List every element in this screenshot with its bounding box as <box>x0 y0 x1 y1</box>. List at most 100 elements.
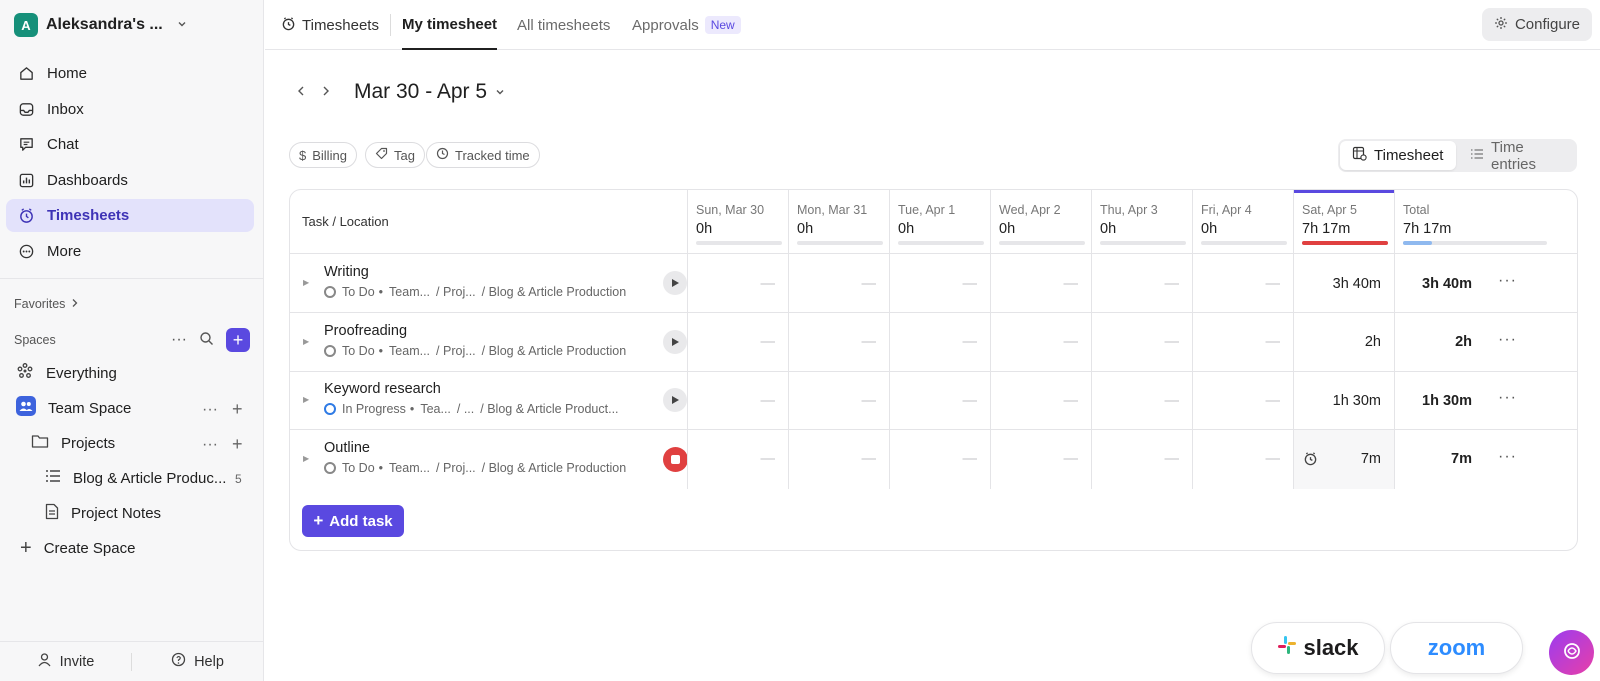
plus-icon: + <box>313 511 324 530</box>
time-cell[interactable]: 2h <box>1293 312 1394 372</box>
time-cell[interactable]: — <box>1091 371 1192 430</box>
expand-caret-icon[interactable]: ▶ <box>303 337 309 346</box>
time-cell[interactable]: — <box>687 429 788 489</box>
time-cell[interactable]: — <box>1091 254 1192 313</box>
invite-button[interactable]: Invite <box>0 652 131 671</box>
task-name[interactable]: Writing <box>324 264 369 280</box>
time-cell[interactable]: — <box>889 254 990 313</box>
time-entries-view-button[interactable]: Time entries <box>1458 139 1576 173</box>
tracked-time-filter[interactable]: Tracked time <box>426 142 540 168</box>
time-cell[interactable]: — <box>788 371 889 430</box>
time-cell[interactable]: — <box>990 429 1091 489</box>
slack-integration-button[interactable]: slack <box>1251 622 1385 674</box>
table-row[interactable]: ▶ Keyword research In Progress • Tea... / ...… <box>290 371 1577 430</box>
time-cell[interactable]: — <box>990 254 1091 313</box>
tab-approvals[interactable]: Approvals New <box>632 0 741 50</box>
play-icon <box>672 279 679 287</box>
ai-assistant-button[interactable] <box>1549 630 1594 675</box>
sidebar-item-timesheets[interactable]: Timesheets <box>6 199 254 233</box>
expand-caret-icon[interactable]: ▶ <box>303 454 309 463</box>
team-space-more-icon[interactable]: ··· <box>202 401 218 419</box>
add-task-button[interactable]: + Add task <box>302 505 404 537</box>
projects-more-icon[interactable]: ··· <box>202 436 218 454</box>
row-menu-icon[interactable]: ··· <box>1498 272 1517 290</box>
sidebar-item-inbox[interactable]: Inbox <box>6 93 254 126</box>
time-cell[interactable]: — <box>1091 312 1192 372</box>
start-timer-button[interactable] <box>663 271 687 295</box>
task-name[interactable]: Outline <box>324 440 370 456</box>
task-space: Team... <box>389 343 431 358</box>
task-name[interactable]: Proofreading <box>324 323 407 339</box>
sidebar-item-label: More <box>47 242 82 260</box>
tab-label: My timesheet <box>402 15 498 33</box>
prev-week-icon[interactable] <box>296 84 321 100</box>
time-cell[interactable]: — <box>788 429 889 489</box>
time-cell[interactable]: — <box>1192 312 1293 372</box>
favorites-section[interactable]: Favorites <box>14 297 79 311</box>
spaces-more-icon[interactable]: ··· <box>171 331 187 349</box>
day-header: Sat, Apr 5 7h 17m <box>1302 203 1357 237</box>
table-row[interactable]: ▶ Writing To Do • Team... / Proj... / Blog & A… <box>290 254 1577 313</box>
tag-filter[interactable]: Tag <box>365 142 425 168</box>
sidebar-item-everything[interactable]: Everything <box>16 358 117 388</box>
time-cell[interactable]: — <box>990 312 1091 372</box>
task-name[interactable]: Keyword research <box>324 381 441 397</box>
time-cell[interactable]: — <box>687 312 788 372</box>
time-cell[interactable]: — <box>889 429 990 489</box>
time-cell[interactable]: — <box>1192 254 1293 313</box>
sidebar-item-project-notes[interactable]: Project Notes <box>45 498 161 528</box>
sidebar-item-projects[interactable]: Projects <box>31 428 115 458</box>
create-space-button[interactable]: + Create Space <box>20 533 135 563</box>
expand-caret-icon[interactable]: ▶ <box>303 278 309 287</box>
time-cell[interactable]: 1h 30m <box>1293 371 1394 430</box>
projects-add-icon[interactable]: + <box>232 434 243 455</box>
tab-all-timesheets[interactable]: All timesheets <box>517 0 610 50</box>
sidebar-item-more[interactable]: More <box>6 235 254 268</box>
start-timer-button[interactable] <box>663 388 687 412</box>
row-menu-icon[interactable]: ··· <box>1498 389 1517 407</box>
table-row[interactable]: ▶ Proofreading To Do • Team... / Proj... / Blo… <box>290 312 1577 372</box>
date-range[interactable]: Mar 30 - Apr 5 <box>354 80 487 104</box>
time-cell[interactable]: — <box>687 254 788 313</box>
sidebar-item-dashboards[interactable]: Dashboards <box>6 164 254 197</box>
slack-label: slack <box>1303 635 1359 660</box>
add-space-button[interactable]: + <box>226 328 250 352</box>
time-cell[interactable]: — <box>990 371 1091 430</box>
time-cell[interactable]: — <box>1192 429 1293 489</box>
time-cell[interactable]: — <box>889 312 990 372</box>
sidebar-item-blog-list[interactable]: Blog & Article Produc... <box>45 463 226 493</box>
time-cell[interactable]: — <box>788 312 889 372</box>
tab-timesheets[interactable]: Timesheets <box>281 0 379 50</box>
stop-timer-button[interactable] <box>663 446 688 472</box>
time-cell[interactable]: — <box>687 371 788 430</box>
chevron-down-icon[interactable] <box>495 85 505 99</box>
task-location-header: Task / Location <box>302 214 389 229</box>
row-menu-icon[interactable]: ··· <box>1498 448 1517 466</box>
billing-filter[interactable]: $ Billing <box>289 142 357 168</box>
tab-my-timesheet[interactable]: My timesheet <box>402 0 498 50</box>
table-row[interactable]: ▶ Outline To Do • Team... / Proj... / Blog & A… <box>290 429 1577 489</box>
zoom-integration-button[interactable]: zoom <box>1390 622 1523 674</box>
help-button[interactable]: Help <box>132 652 263 671</box>
time-cell[interactable]: — <box>788 254 889 313</box>
sidebar-item-home[interactable]: Home <box>6 57 254 90</box>
status-icon <box>324 403 336 415</box>
time-cell[interactable]: — <box>889 371 990 430</box>
timesheet-view-button[interactable]: Timesheet <box>1340 141 1456 170</box>
sidebar-item-chat[interactable]: Chat <box>6 128 254 161</box>
task-space: Team... <box>389 460 431 475</box>
team-space-add-icon[interactable]: + <box>232 399 243 420</box>
time-cell[interactable]: — <box>1091 429 1192 489</box>
workspace-switcher[interactable]: A Aleksandra's ... <box>14 13 187 37</box>
time-cell[interactable]: 3h 40m <box>1293 254 1394 313</box>
time-cell[interactable]: 7m <box>1293 429 1394 489</box>
search-icon[interactable] <box>199 331 214 349</box>
next-week-icon[interactable] <box>321 84 346 100</box>
sidebar-item-team-space[interactable]: Team Space <box>16 393 131 423</box>
row-menu-icon[interactable]: ··· <box>1498 331 1517 349</box>
time-cell[interactable]: — <box>1192 371 1293 430</box>
start-timer-button[interactable] <box>663 329 687 354</box>
configure-button[interactable]: Configure <box>1482 8 1592 41</box>
empty-value: — <box>760 275 776 292</box>
expand-caret-icon[interactable]: ▶ <box>303 395 309 404</box>
